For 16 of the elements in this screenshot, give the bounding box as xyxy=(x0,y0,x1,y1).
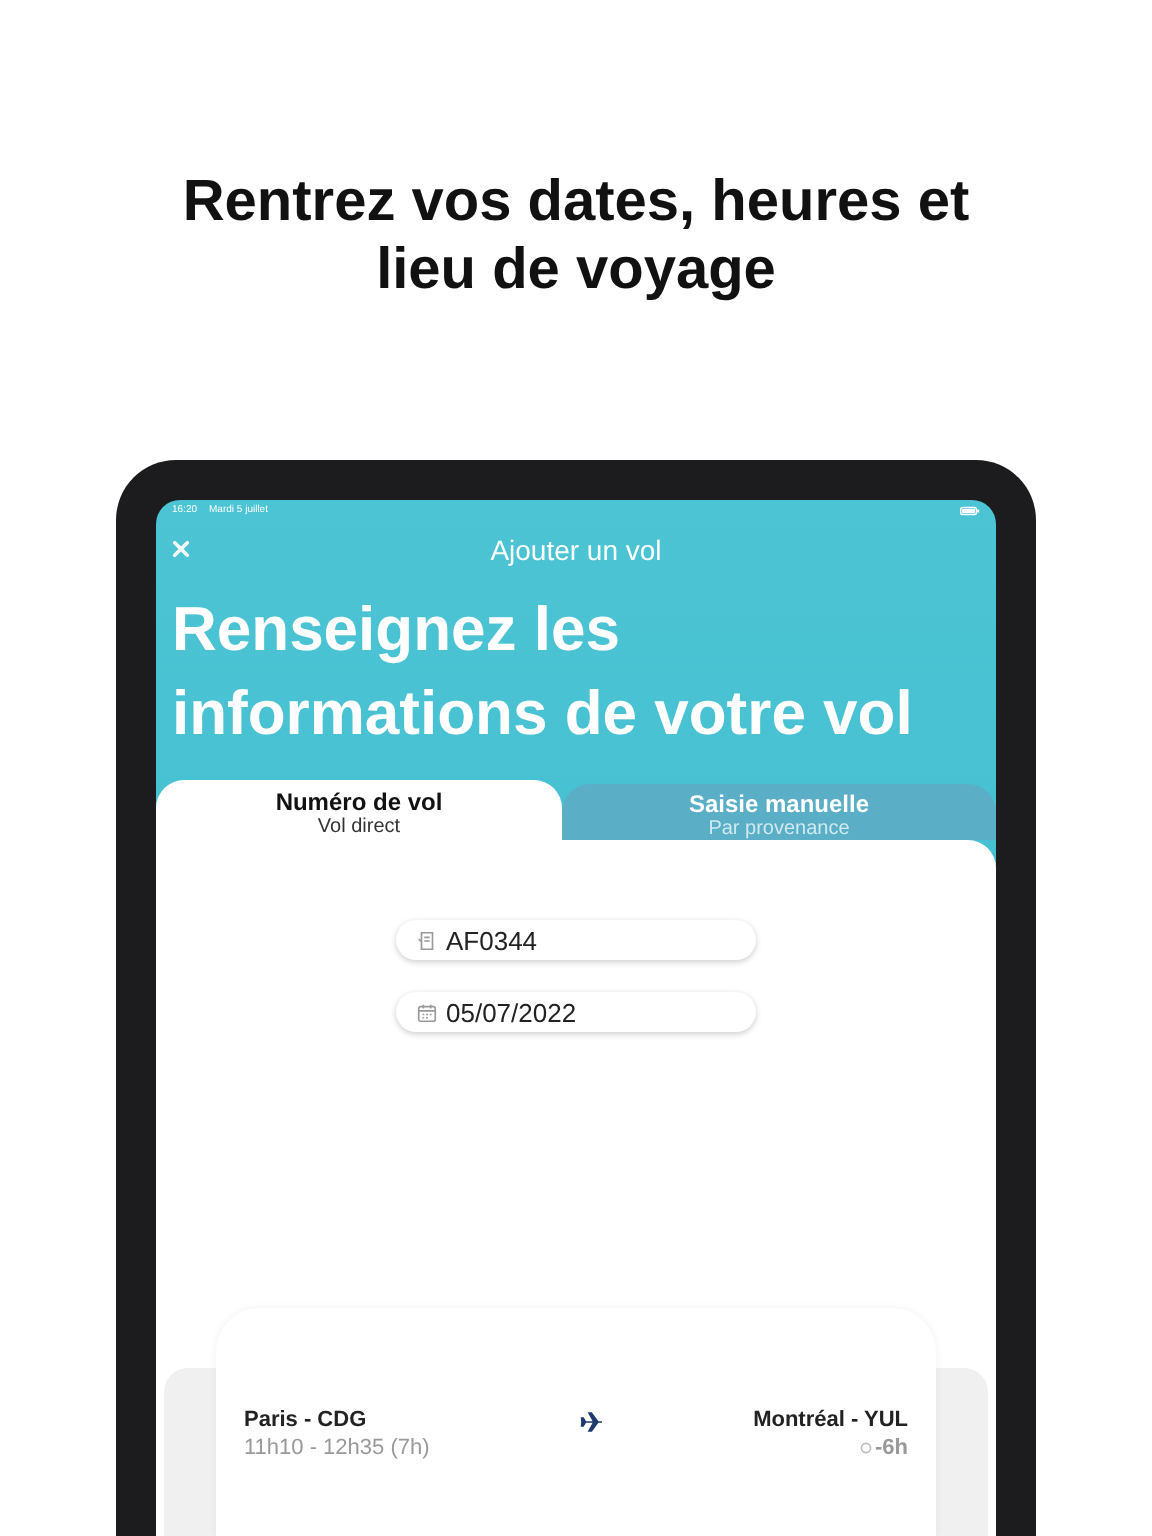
battery-icon xyxy=(960,505,980,515)
calendar-icon xyxy=(416,1001,438,1023)
close-icon[interactable] xyxy=(172,540,190,558)
page-heading: Renseignez les informations de votre vol xyxy=(170,592,915,752)
flight-times: 11h10 - 12h35 (7h) xyxy=(244,1436,430,1460)
screen-title: Ajouter un vol xyxy=(490,534,662,566)
origin-airport: Paris - CDG xyxy=(244,1408,369,1432)
time-offset: -6h xyxy=(875,1436,908,1460)
headline: Rentrez vos dates, heures et lieu de voyage xyxy=(180,168,972,304)
destination-airport: Montréal - YUL xyxy=(753,1408,908,1432)
flight-card[interactable]: Paris - CDG 11h10 - 12h35 (7h) Montréal - YUL -6h xyxy=(216,1308,936,1536)
input-field[interactable]: AF0344 xyxy=(396,920,756,960)
tab[interactable]: Numéro de vol Vol direct xyxy=(156,780,562,840)
input-field[interactable]: 05/07/2022 xyxy=(396,992,756,1032)
airplane-icon xyxy=(579,1410,604,1434)
ticket-icon xyxy=(416,929,438,951)
